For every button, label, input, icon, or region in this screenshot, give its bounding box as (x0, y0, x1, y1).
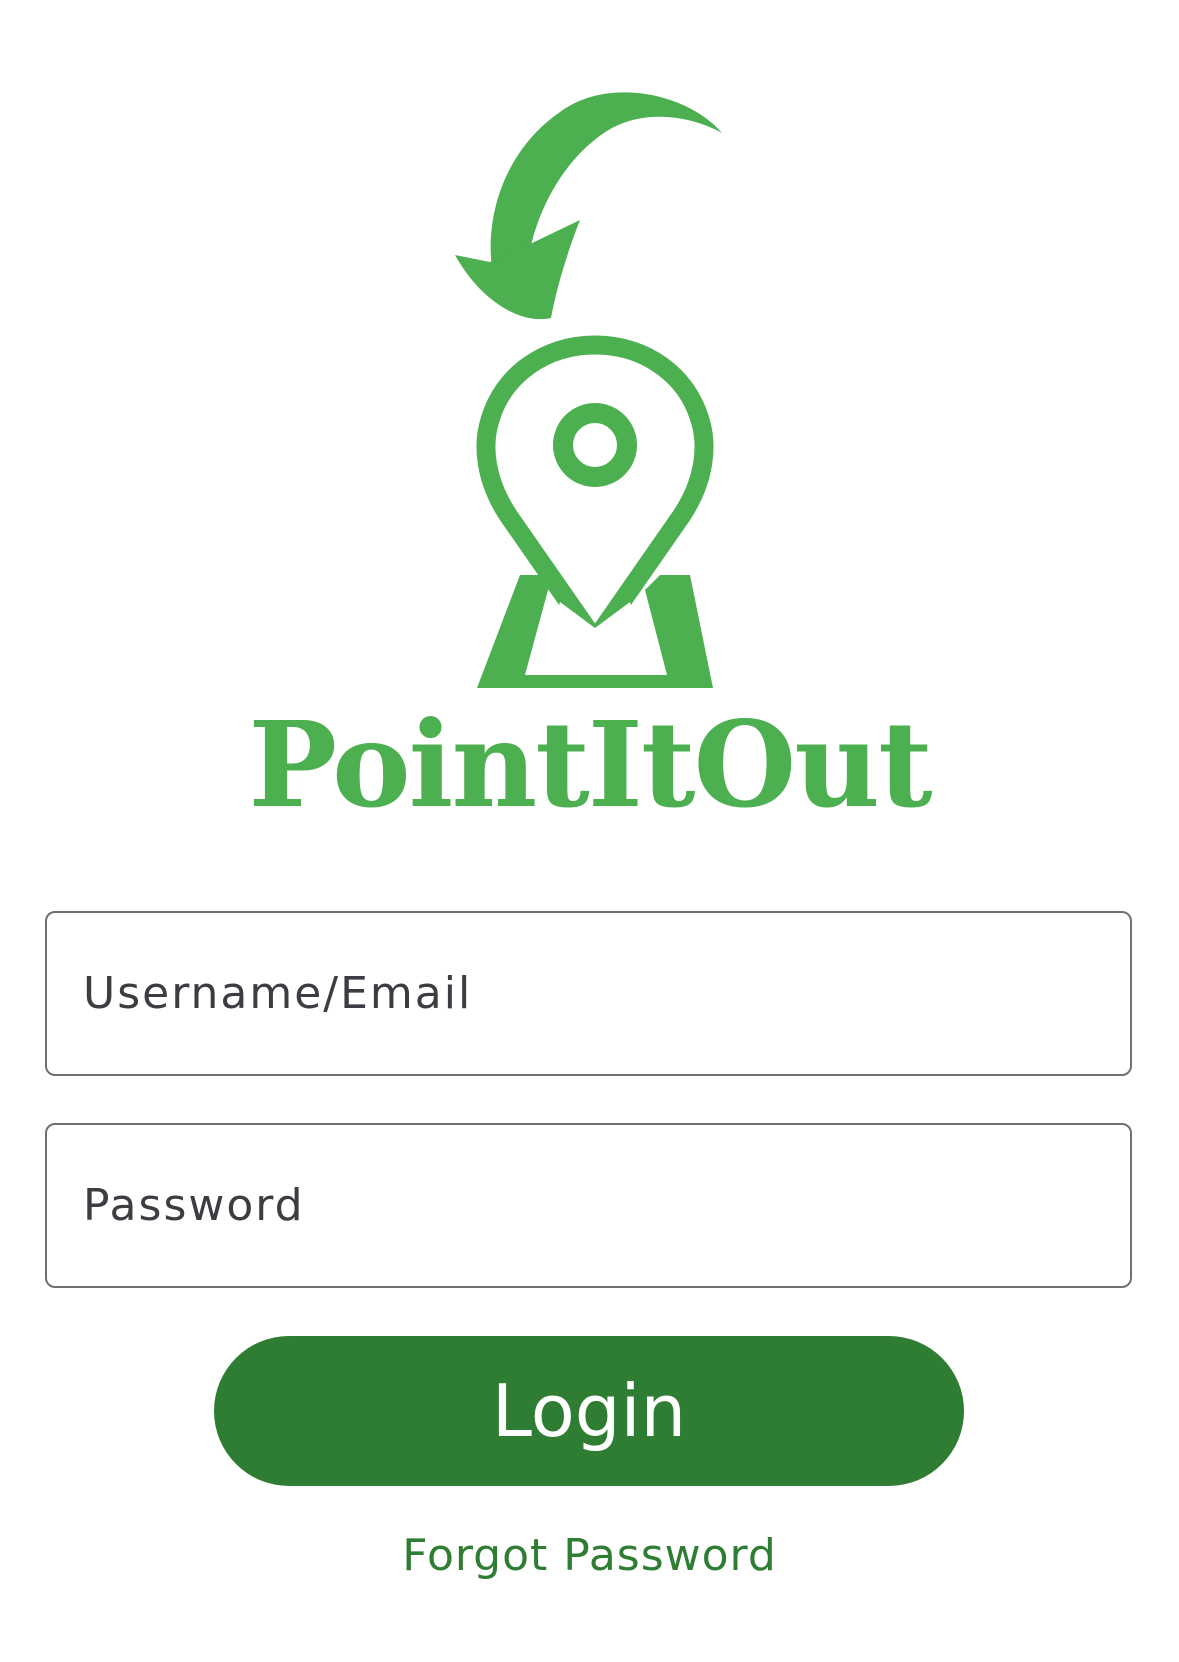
app-logo (455, 92, 722, 688)
password-field[interactable] (45, 1123, 1132, 1288)
username-email-field[interactable] (45, 911, 1132, 1076)
app-title: PointItOut (248, 695, 932, 834)
login-button[interactable]: Login (214, 1336, 964, 1486)
curved-arrow-icon (455, 92, 722, 320)
forgot-password-link[interactable]: Forgot Password (0, 1530, 1179, 1581)
map-base-icon (477, 575, 713, 688)
